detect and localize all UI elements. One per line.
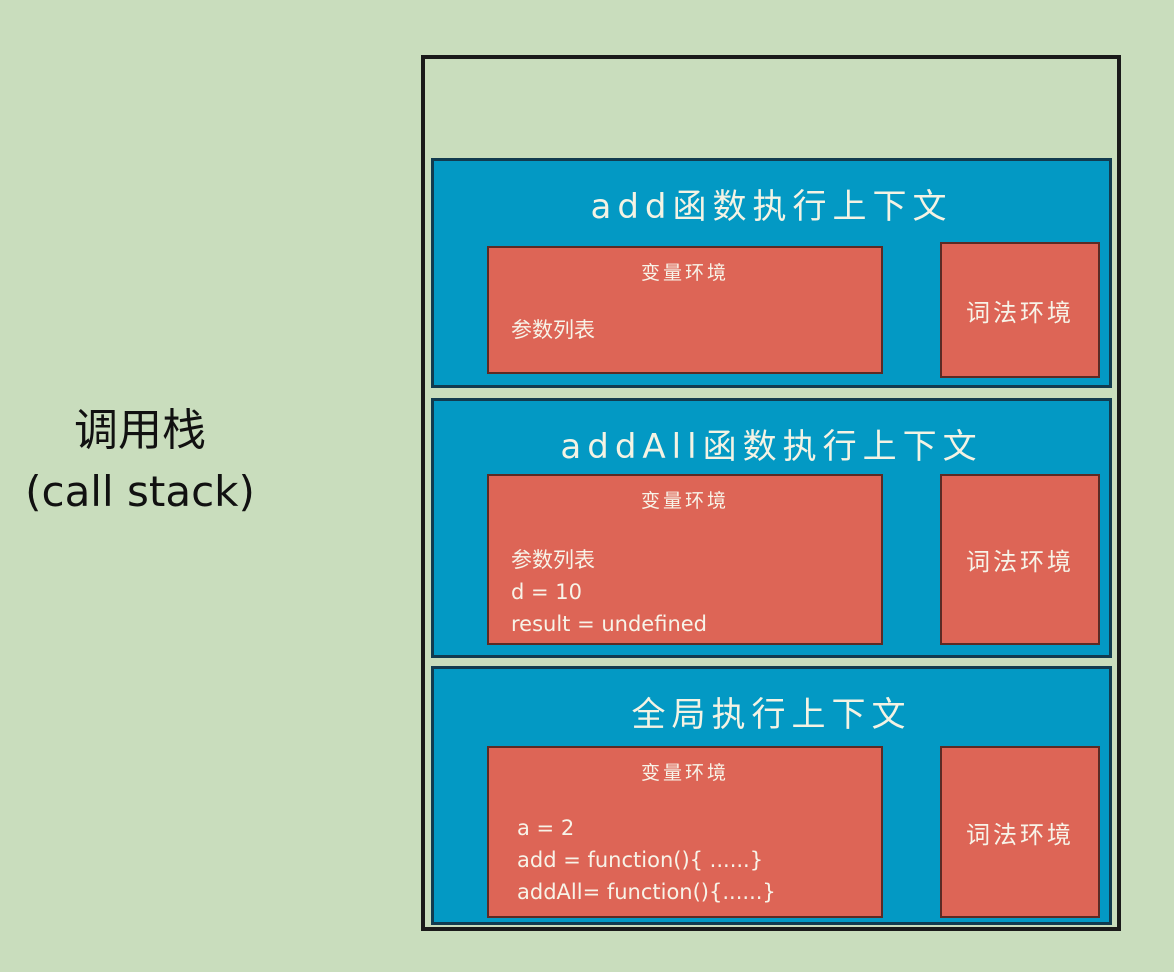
context-title: add函数执行上下文 [590,187,953,227]
lexical-environment: 词法环境 [940,474,1100,645]
global-execution-context: 全局执行上下文 变量环境 a = 2 add = function(){ ...… [431,666,1112,925]
variable-line: a = 2 [517,816,575,840]
context-title: 全局执行上下文 [631,695,912,735]
variable-environment: 变量环境 参数列表 [487,246,883,374]
variable-environment-title: 变量环境 [640,490,729,512]
variable-environment-title: 变量环境 [640,262,729,284]
variable-environment-lines: 参数列表 d = 10 result = undefined [511,544,707,640]
context-title: addAll函数执行上下文 [560,427,983,467]
variable-line: d = 10 [511,580,582,604]
variable-line: 参数列表 [511,548,595,572]
variable-environment-lines: a = 2 add = function(){ ......} addAll= … [517,812,776,908]
variable-environment: 变量环境 参数列表 d = 10 result = undefined [487,474,883,645]
call-stack-label: 调用栈 (call stack) [0,400,280,522]
variable-line: 参数列表 [511,318,595,342]
variable-environment-lines: 参数列表 [511,314,595,346]
lexical-environment: 词法环境 [940,242,1100,378]
variable-line: add = function(){ ......} [517,848,764,872]
call-stack-label-zh: 调用栈 [74,405,206,456]
variable-line: addAll= function(){......} [517,880,776,904]
add-execution-context: add函数执行上下文 变量环境 参数列表 词法环境 [431,158,1112,388]
call-stack-label-en: (call stack) [25,467,255,516]
variable-line: result = undefined [511,612,708,636]
addall-execution-context: addAll函数执行上下文 变量环境 参数列表 d = 10 result = … [431,398,1112,658]
lexical-environment: 词法环境 [940,746,1100,918]
variable-environment-title: 变量环境 [640,762,729,784]
variable-environment: 变量环境 a = 2 add = function(){ ......} add… [487,746,883,918]
